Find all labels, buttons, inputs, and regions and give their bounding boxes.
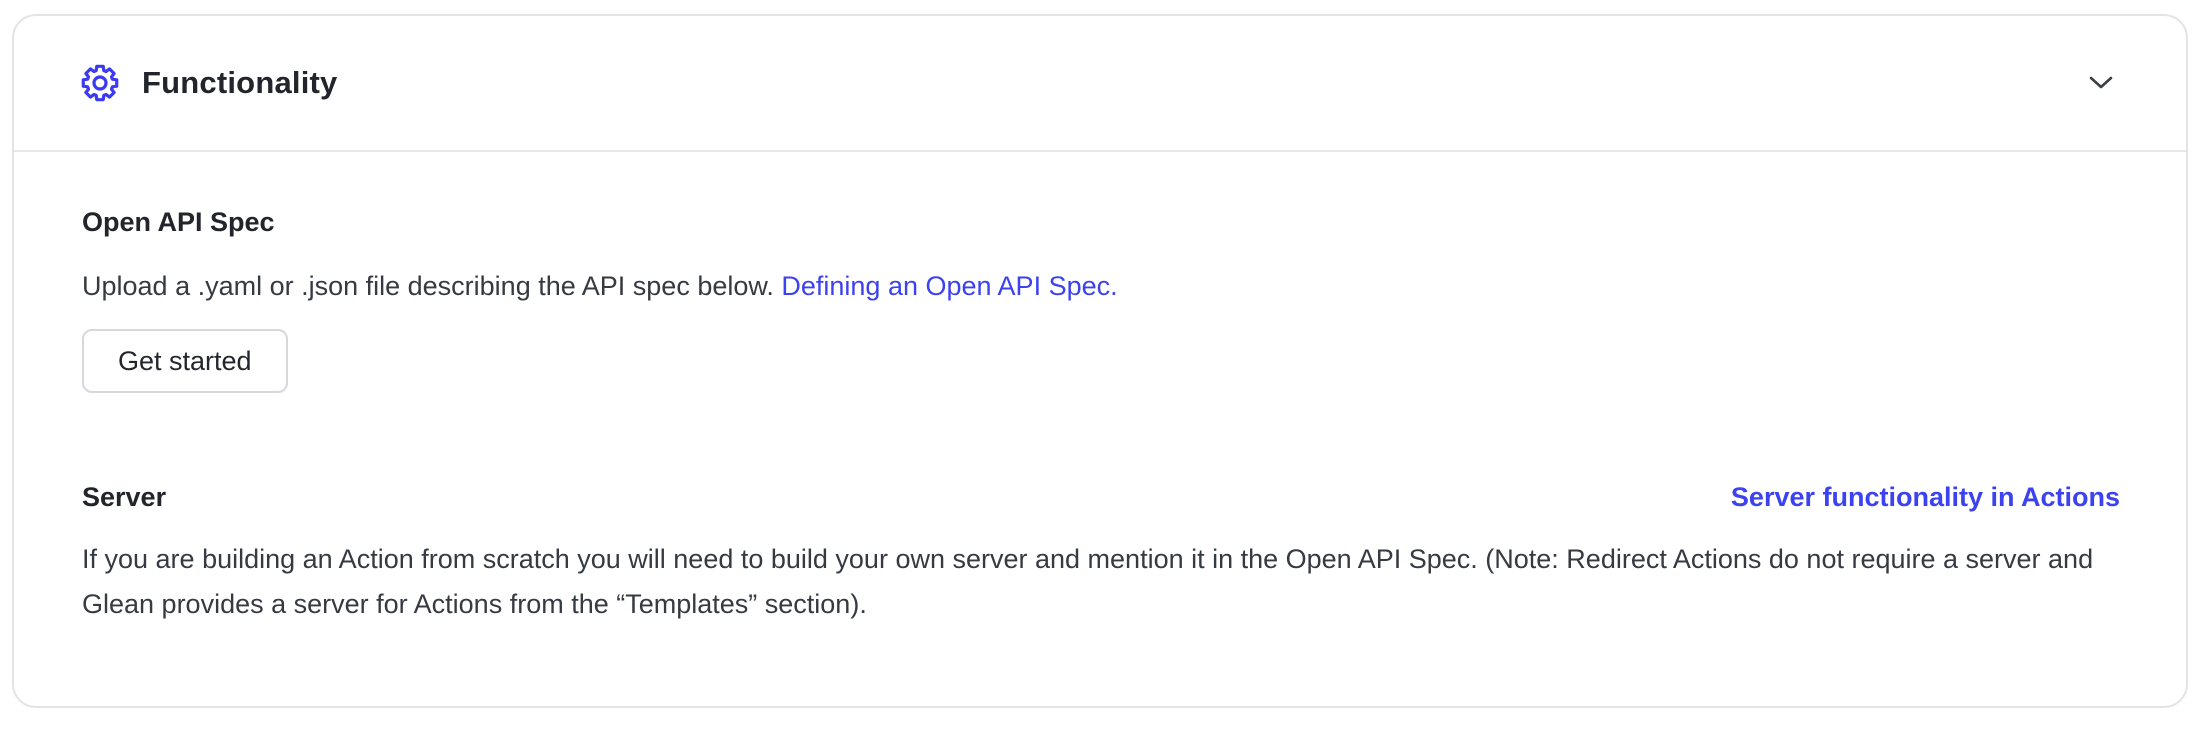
functionality-section-header[interactable]: Functionality	[14, 16, 2186, 150]
defining-open-api-spec-link[interactable]: Defining an Open API Spec.	[781, 271, 1117, 301]
chevron-down-icon[interactable]	[2088, 70, 2114, 96]
open-api-spec-description: Upload a .yaml or .json file describing …	[82, 264, 2120, 309]
functionality-panel: Functionality Open API Spec Upload a .ya…	[12, 14, 2188, 708]
server-heading: Server	[82, 479, 166, 515]
gear-icon	[80, 63, 120, 103]
open-api-spec-heading: Open API Spec	[82, 204, 2120, 240]
server-heading-row: Server Server functionality in Actions	[82, 479, 2120, 515]
open-api-spec-description-text: Upload a .yaml or .json file describing …	[82, 271, 774, 301]
get-started-button[interactable]: Get started	[82, 329, 288, 393]
server-description: If you are building an Action from scrat…	[82, 537, 2120, 627]
server-functionality-link[interactable]: Server functionality in Actions	[1731, 482, 2120, 513]
panel-content: Open API Spec Upload a .yaml or .json fi…	[14, 152, 2186, 627]
panel-title: Functionality	[142, 65, 338, 101]
